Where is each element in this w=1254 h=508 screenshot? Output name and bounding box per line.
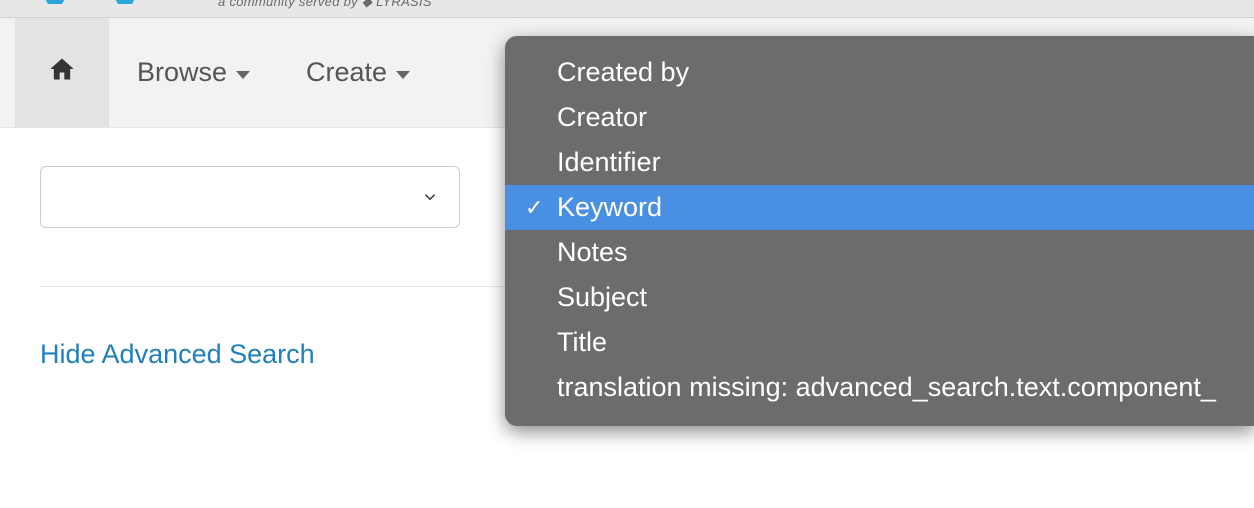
field-option[interactable]: Notes [505,230,1254,275]
header-tagline: a community served by ◆ LYRASIS [218,0,432,10]
chevron-down-icon [421,188,439,206]
field-option[interactable]: Subject [505,275,1254,320]
header-strip: a community served by ◆ LYRASIS [0,0,1254,18]
field-option[interactable]: translation missing: advanced_search.tex… [505,365,1254,410]
field-options-menu: Created byCreatorIdentifierKeywordNotesS… [505,36,1254,426]
field-option[interactable]: Created by [505,50,1254,95]
logo-fragment [40,0,180,10]
field-option[interactable]: Keyword [505,185,1254,230]
nav-home[interactable] [15,18,109,127]
field-option[interactable]: Creator [505,95,1254,140]
home-icon [47,55,77,90]
caret-down-icon [236,71,250,79]
field-select[interactable] [40,166,460,228]
caret-down-icon [396,71,410,79]
hide-advanced-search-link[interactable]: Hide Advanced Search [40,339,315,370]
field-option[interactable]: Title [505,320,1254,365]
nav-create-label: Create [306,57,387,88]
field-option[interactable]: Identifier [505,140,1254,185]
nav-browse[interactable]: Browse [109,18,278,127]
nav-create[interactable]: Create [278,18,438,127]
nav-browse-label: Browse [137,57,227,88]
